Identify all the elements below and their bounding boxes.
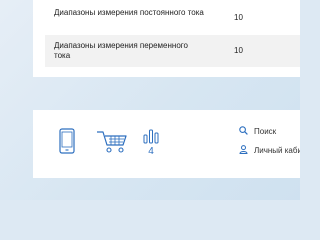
specs-table: Диапазоны измерения постоянного тока 10 … bbox=[33, 0, 300, 77]
cart-icon[interactable] bbox=[95, 128, 129, 154]
phone-icon[interactable] bbox=[59, 128, 75, 154]
user-icon bbox=[239, 145, 248, 154]
spec-value: 10 bbox=[234, 13, 243, 22]
spec-label: Диапазоны измерения постоянного тока bbox=[54, 8, 204, 17]
spec-row: Диапазоны измерения переменного тока 10 bbox=[45, 35, 300, 67]
compare-count-badge: 4 bbox=[148, 146, 154, 157]
search-label: Поиск bbox=[254, 127, 277, 136]
spec-value: 10 bbox=[234, 46, 243, 55]
spec-row: Диапазоны измерения постоянного тока 10 bbox=[45, 2, 300, 34]
account-link[interactable]: Личный каби bbox=[239, 145, 300, 156]
account-label: Личный каби bbox=[254, 146, 300, 155]
search-icon bbox=[239, 126, 248, 135]
page: Диапазоны измерения постоянного тока 10 … bbox=[0, 0, 300, 200]
spec-label: Диапазоны измерения переменного тока bbox=[54, 41, 188, 60]
search-link[interactable]: Поиск bbox=[239, 126, 276, 137]
bottom-toolbar: 4 Поиск Личный каби bbox=[33, 110, 300, 178]
